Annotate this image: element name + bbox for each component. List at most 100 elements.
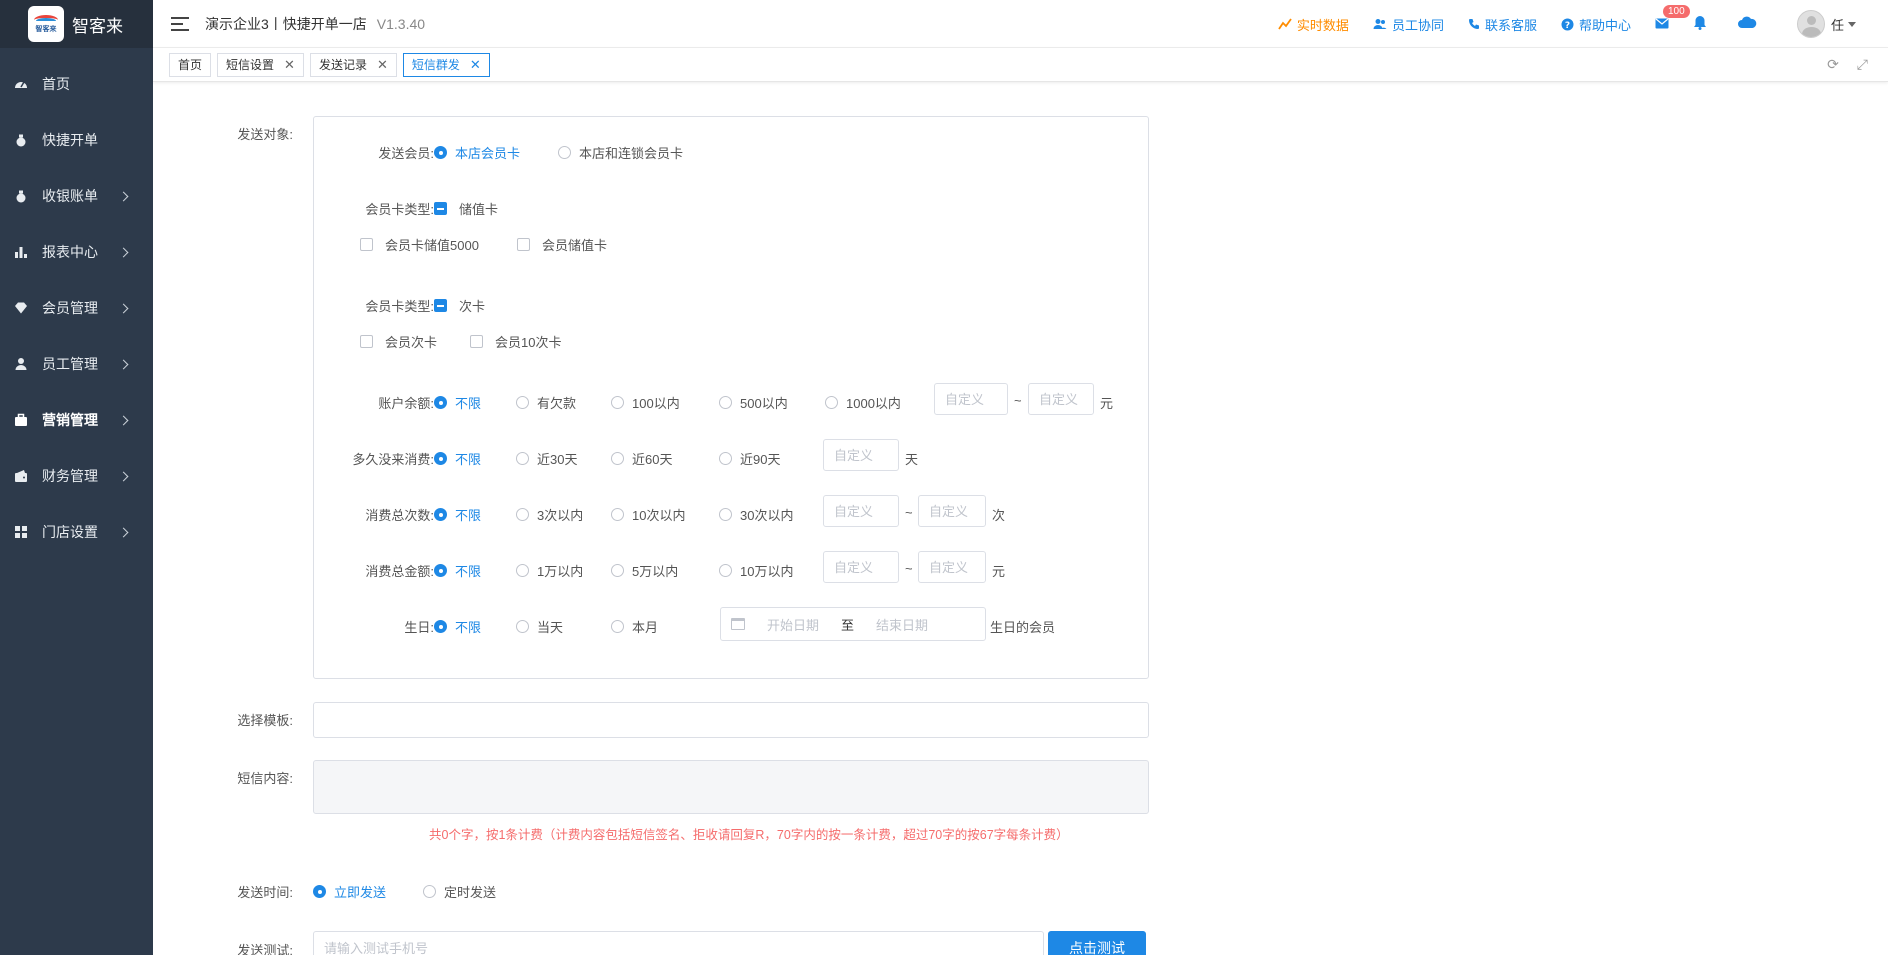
radio-inactive-90[interactable]: 近90天 [719,449,780,468]
radio-send-timed[interactable]: 定时发送 [423,882,496,901]
card-type-label: 会员卡类型: [365,202,434,217]
bar-chart-icon [14,245,28,259]
logo-icon: 智客来 [28,6,64,42]
target-filter-box: 发送会员: 本店会员卡 本店和连锁会员卡 会员卡类型: 储值卡 会员卡储值500… [313,116,1149,679]
help-icon: ? [1561,18,1574,31]
radio-balance-debt[interactable]: 有欠款 [516,393,576,412]
staff-collab-link[interactable]: 员工协同 [1373,15,1444,34]
test-send-button[interactable]: 点击测试 [1048,931,1146,955]
radio-balance-500[interactable]: 500以内 [719,393,788,412]
radio-local-card[interactable]: 本店会员卡 [434,143,520,162]
inactive-days-input[interactable] [823,439,899,471]
help-center-link[interactable]: ? 帮助中心 [1561,15,1631,34]
radio-inactive-60[interactable]: 近60天 [611,449,672,468]
checkbox-count-card[interactable]: 次卡 [434,296,485,315]
radio-visits-any[interactable]: 不限 [434,505,481,524]
test-phone-input[interactable] [313,931,1044,955]
page-title: 演示企业3丨快捷开单一店 [205,15,367,32]
radio-balance-100[interactable]: 100以内 [611,393,680,412]
mail-badge: 100 [1662,4,1690,18]
checkbox-member-stored-card[interactable]: 会员储值卡 [517,235,607,254]
calendar-icon [731,618,745,630]
menu-toggle-icon[interactable] [171,16,189,31]
radio-visits-3[interactable]: 3次以内 [516,505,583,524]
balance-min-input[interactable] [934,383,1008,415]
realtime-data-link[interactable]: 实时数据 [1278,15,1349,34]
inactive-label: 多久没来消费: [352,452,434,467]
sidebar-item-staff[interactable]: 员工管理 [0,336,153,392]
tab-sms-settings[interactable]: 短信设置 ✕ [217,52,304,77]
radio-birthday-month[interactable]: 本月 [611,617,658,636]
start-date-input[interactable]: 开始日期 [767,615,819,634]
notification-button[interactable] [1693,15,1707,33]
template-select[interactable] [313,702,1149,738]
mail-icon [1655,18,1669,28]
visits-max-input[interactable] [918,495,986,527]
sidebar-item-store-settings[interactable]: 门店设置 [0,504,153,560]
radio-birthday-today[interactable]: 当天 [516,617,563,636]
refresh-icon[interactable]: ⟳ [1827,56,1839,73]
header-actions: 实时数据 员工协同 联系客服 ? 帮助中心 100 任 [1278,0,1888,48]
sidebar-item-members[interactable]: 会员管理 [0,280,153,336]
cloud-icon [1737,16,1757,28]
chevron-right-icon [118,527,129,537]
checkbox-member-10-card[interactable]: 会员10次卡 [470,332,561,351]
radio-amount-10k[interactable]: 1万以内 [516,561,583,580]
checkbox-member-count-card[interactable]: 会员次卡 [360,332,437,351]
money-bag-icon [14,133,28,147]
checkbox-card-5000[interactable]: 会员卡储值5000 [360,235,479,254]
phone-icon [1468,19,1479,29]
checkbox-stored-value-card[interactable]: 储值卡 [434,199,498,218]
close-icon[interactable]: ✕ [377,57,388,73]
contact-support-link[interactable]: 联系客服 [1468,15,1537,34]
radio-send-now[interactable]: 立即发送 [313,882,386,901]
trend-icon [1278,18,1292,30]
fullscreen-icon[interactable]: ⤢ [1857,56,1868,73]
balance-max-input[interactable] [1028,383,1094,415]
close-icon[interactable]: ✕ [470,57,481,73]
close-icon[interactable]: ✕ [284,57,295,73]
sidebar-item-marketing[interactable]: 营销管理 [0,392,153,448]
radio-visits-30[interactable]: 30次以内 [719,505,793,524]
chevron-right-icon [118,303,129,313]
send-time-label: 发送时间: [237,885,293,900]
amount-min-input[interactable] [823,551,899,583]
tab-home[interactable]: 首页 [169,52,212,77]
logo-text: 智客来 [72,16,123,36]
visits-min-input[interactable] [823,495,899,527]
sidebar-item-quick-order[interactable]: 快捷开单 [0,112,153,168]
radio-balance-1000[interactable]: 1000以内 [825,393,901,412]
users-icon [1373,19,1387,29]
radio-inactive-any[interactable]: 不限 [434,449,481,468]
sidebar-item-finance[interactable]: 财务管理 [0,448,153,504]
grid-icon [14,525,28,539]
user-menu[interactable]: 任 [1796,10,1856,38]
sidebar-item-cashier[interactable]: 收银账单 [0,168,153,224]
sms-content-textarea[interactable] [313,760,1149,814]
radio-amount-any[interactable]: 不限 [434,561,481,580]
cloud-button[interactable] [1737,16,1757,32]
sidebar-item-reports[interactable]: 报表中心 [0,224,153,280]
tab-sms-broadcast[interactable]: 短信群发 ✕ [402,52,490,77]
radio-balance-any[interactable]: 不限 [434,393,481,412]
balance-label: 账户余额: [378,396,434,411]
mail-button[interactable]: 100 [1655,4,1690,32]
sidebar-item-home[interactable]: 首页 [0,56,153,112]
radio-visits-10[interactable]: 10次以内 [611,505,685,524]
billing-tip: 共0个字，按1条计费（计费内容包括短信签名、拒收请回复R，70字内的按一条计费，… [429,828,1069,842]
radio-amount-100k[interactable]: 10万以内 [719,561,793,580]
end-date-input[interactable]: 结束日期 [876,615,928,634]
birthday-date-range[interactable]: 开始日期 至 结束日期 [720,607,986,641]
radio-chain-card[interactable]: 本店和连锁会员卡 [558,143,683,162]
amount-max-input[interactable] [918,551,986,583]
sidebar: 智客来 智客来 首页 快捷开单 收银账单 报表中心 会员管理 员工管理 营销管理… [0,0,153,955]
radio-amount-50k[interactable]: 5万以内 [611,561,678,580]
chevron-right-icon [118,471,129,481]
logo[interactable]: 智客来 智客来 [0,0,153,48]
top-header: 演示企业3丨快捷开单一店 V1.3.40 实时数据 员工协同 联系客服 ? 帮助… [153,0,1888,48]
radio-birthday-any[interactable]: 不限 [434,617,481,636]
content-label: 短信内容: [237,771,293,786]
tab-send-records[interactable]: 发送记录 ✕ [309,52,397,77]
radio-inactive-30[interactable]: 近30天 [516,449,577,468]
amount-label: 消费总金额: [365,564,434,579]
